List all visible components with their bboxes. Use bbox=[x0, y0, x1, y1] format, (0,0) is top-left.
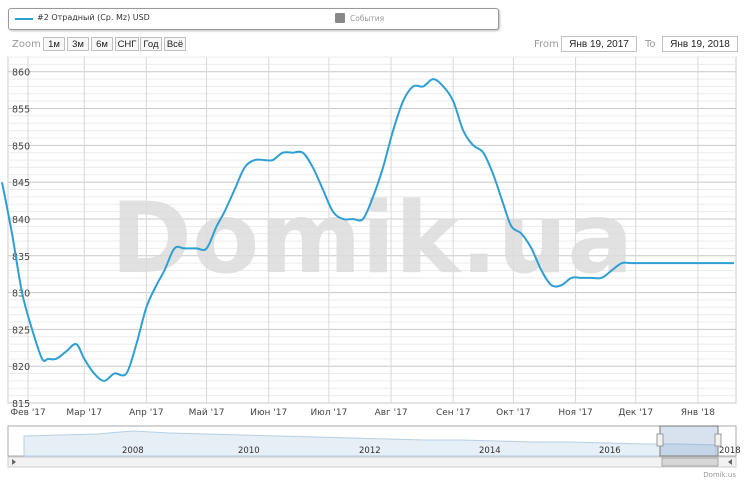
x-tick-label: Янв '18 bbox=[681, 408, 716, 418]
y-tick-label: 820 bbox=[12, 362, 30, 373]
y-tick-label: 840 bbox=[12, 215, 30, 226]
navigator-year-label: 2008 bbox=[122, 446, 144, 456]
x-tick-label: Июл '17 bbox=[310, 408, 347, 418]
navigator-year-label: 2018 bbox=[719, 446, 741, 456]
x-tick-label: Май '17 bbox=[189, 408, 225, 418]
price-chart: Фев '17 Мар '17 Апр '17 Май '17 Июн '17 Июл '… bbox=[1, 56, 741, 479]
y-tick-label: 860 bbox=[12, 68, 30, 79]
x-tick-label: Ноя '17 bbox=[558, 408, 592, 418]
y-tick-label: 815 bbox=[12, 399, 30, 410]
navigator-handle-left bbox=[656, 433, 664, 447]
x-tick-label: Мар '17 bbox=[66, 408, 102, 418]
navigator-scrollbar bbox=[7, 456, 737, 468]
credit-label: Domik.us bbox=[703, 471, 736, 479]
y-tick-label: 855 bbox=[12, 105, 30, 116]
navigator-year-label: 2014 bbox=[479, 446, 501, 456]
navigator-scrollbar-thumb bbox=[661, 457, 719, 467]
x-tick-label: Июн '17 bbox=[250, 408, 287, 418]
y-tick-label: 845 bbox=[12, 178, 30, 189]
navigator-year-label: 2012 bbox=[359, 446, 381, 456]
x-tick-label: Дек '17 bbox=[618, 408, 653, 418]
x-tick-label: Апр '17 bbox=[129, 408, 164, 418]
navigator-year-label: 2016 bbox=[599, 446, 621, 456]
y-tick-label: 850 bbox=[12, 141, 30, 152]
x-tick-label: Авг '17 bbox=[375, 408, 408, 418]
x-tick-label: Окт '17 bbox=[496, 408, 531, 418]
x-tick-label: Сен '17 bbox=[436, 408, 471, 418]
navigator-handle-right bbox=[714, 433, 722, 447]
navigator-year-label: 2010 bbox=[238, 446, 260, 456]
y-tick-label: 825 bbox=[12, 325, 30, 336]
navigator-selection bbox=[659, 425, 719, 457]
